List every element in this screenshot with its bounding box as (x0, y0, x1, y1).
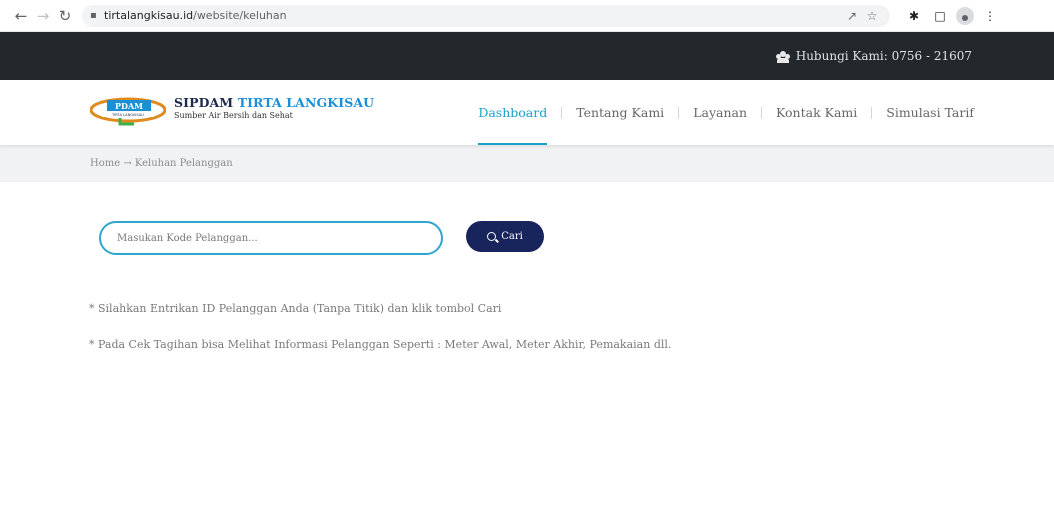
url-path: /website/keluhan (193, 9, 287, 22)
users-icon (775, 50, 790, 63)
instruction-note: * Silahkan Entrikan ID Pelanggan Anda (T… (89, 302, 502, 315)
contact-text: Hubungi Kami: 0756 - 21607 (795, 49, 972, 63)
profile-avatar-icon[interactable] (956, 6, 974, 25)
logo-text: PDAM (115, 101, 143, 111)
top-contact-bar: Hubungi Kami: 0756 - 21607 (0, 32, 1054, 80)
extensions-puzzle-icon[interactable]: ✱ (904, 9, 924, 23)
share-icon[interactable]: ↗ (842, 9, 862, 23)
brand[interactable]: PDAM TIRTA LANGKISAU SIPDAM TIRTA LANGKI… (90, 92, 374, 128)
pdam-logo: PDAM TIRTA LANGKISAU (90, 97, 166, 126)
reload-icon[interactable]: ↻ (54, 5, 76, 27)
logo-text-small: TIRTA LANGKISAU (111, 113, 144, 117)
menu-item-dashboard[interactable]: Dashboard (478, 80, 547, 145)
breadcrumb-text[interactable]: Home → Keluhan Pelanggan (90, 158, 233, 169)
menu-divider (561, 106, 563, 119)
menu-item-simulasi-tarif[interactable]: Simulasi Tarif (886, 80, 974, 145)
menu-divider (761, 106, 763, 119)
instruction-note: * Pada Cek Tagihan bisa Melihat Informas… (89, 338, 672, 351)
main-menu: Dashboard Tentang Kami Layanan Kontak Ka… (478, 80, 974, 145)
menu-item-kontak-kami[interactable]: Kontak Kami (776, 80, 857, 145)
forward-arrow-icon[interactable]: → (32, 5, 54, 27)
bookmark-star-icon[interactable]: ☆ (862, 9, 882, 23)
instructions: * Silahkan Entrikan ID Pelanggan Anda (T… (0, 302, 1054, 374)
url-host: tirtalangkisau.id (104, 9, 194, 22)
menu-divider (871, 106, 873, 119)
search-icon (487, 232, 497, 241)
address-bar[interactable]: ▪ tirtalangkisau.id/website/keluhan ↗ ☆ (82, 4, 890, 27)
breadcrumb: Home → Keluhan Pelanggan (0, 145, 1054, 182)
back-arrow-icon[interactable]: ← (10, 5, 32, 27)
menu-kebab-icon[interactable]: ⋮ (980, 9, 1000, 23)
browser-toolbar: ← → ↻ ▪ tirtalangkisau.id/website/keluha… (0, 0, 1054, 32)
brand-subtitle: Sumber Air Bersih dan Sehat (174, 110, 293, 120)
search-section: Cari (0, 182, 1054, 302)
brand-title: SIPDAM TIRTA LANGKISAU (174, 94, 375, 110)
side-panel-icon[interactable]: □ (930, 9, 950, 23)
customer-code-input[interactable] (99, 221, 443, 255)
menu-item-layanan[interactable]: Layanan (693, 80, 747, 145)
contact-info: Hubungi Kami: 0756 - 21607 (775, 49, 972, 63)
search-button-label: Cari (501, 231, 523, 242)
menu-divider (678, 106, 680, 119)
site-header: PDAM TIRTA LANGKISAU SIPDAM TIRTA LANGKI… (0, 80, 1054, 145)
menu-item-tentang-kami[interactable]: Tentang Kami (576, 80, 664, 145)
search-button[interactable]: Cari (466, 221, 544, 252)
lock-icon: ▪ (90, 10, 97, 21)
